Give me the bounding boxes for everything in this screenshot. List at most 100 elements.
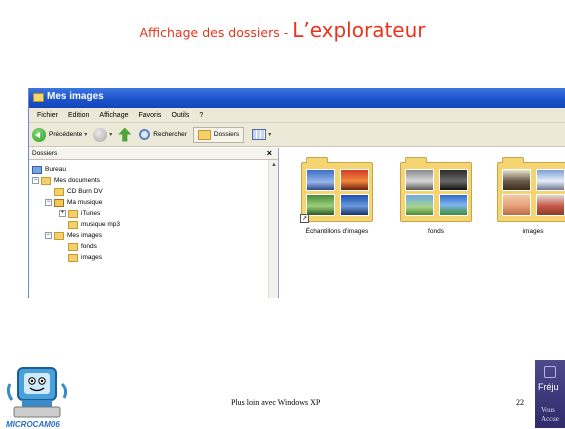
search-label: Rechercher bbox=[153, 131, 187, 138]
forward-arrow-icon bbox=[93, 127, 108, 142]
chevron-down-icon: ▾ bbox=[109, 132, 113, 138]
image-thumbnail bbox=[306, 169, 335, 191]
back-button[interactable]: Précédente ▾ bbox=[32, 127, 88, 142]
file-list-pane: ↗ Échantillons d'images fonds images bbox=[279, 148, 565, 298]
folder-icon bbox=[68, 253, 78, 262]
slide-title: Affichage des dossiers - L’explorateur bbox=[0, 18, 565, 42]
badge-subtext-line: Accue bbox=[541, 415, 559, 423]
back-arrow-icon bbox=[32, 127, 46, 142]
folder-label: fonds bbox=[428, 228, 444, 235]
menu-affichage[interactable]: Affichage bbox=[94, 112, 133, 119]
tree-item-label: Ma musique bbox=[67, 199, 103, 206]
folder-item-echantillons[interactable]: ↗ Échantillons d'images bbox=[295, 157, 379, 235]
shortcut-arrow-icon: ↗ bbox=[300, 214, 309, 223]
menu-outils[interactable]: Outils bbox=[166, 112, 194, 119]
image-thumbnail bbox=[439, 194, 468, 216]
folder-tab bbox=[306, 157, 328, 163]
up-folder-icon[interactable] bbox=[118, 127, 132, 142]
desktop-icon bbox=[32, 165, 42, 174]
badge-subtext-line: Vous bbox=[541, 406, 555, 414]
tree-item-bureau[interactable]: Bureau bbox=[32, 164, 66, 175]
music-folder-icon bbox=[54, 198, 64, 207]
folder-icon bbox=[68, 242, 78, 251]
tree-item-musique-mp3[interactable]: musique mp3 bbox=[68, 219, 120, 230]
menu-edition[interactable]: Edition bbox=[63, 112, 94, 119]
tree-item-label: musique mp3 bbox=[81, 221, 121, 228]
chevron-up-icon[interactable]: ▲ bbox=[271, 162, 277, 168]
tree-item-label: fonds bbox=[81, 243, 97, 250]
tree-item-cd-burn[interactable]: CD Burn DV bbox=[54, 186, 103, 197]
tree-item-mes-images[interactable]: − Mes images bbox=[45, 230, 102, 241]
folder-icon bbox=[54, 187, 64, 196]
collapse-icon[interactable]: − bbox=[32, 177, 39, 184]
explorer-window: Mes images Fichier Edition Affichage Fav… bbox=[28, 88, 565, 298]
menu-favoris[interactable]: Favoris bbox=[133, 112, 166, 119]
folder-tree-pane: Dossiers × ▲ Bureau − Mes documents CD B… bbox=[29, 148, 279, 298]
tree-item-label: images bbox=[81, 254, 102, 261]
tree-item-itunes[interactable]: + iTunes bbox=[59, 208, 100, 219]
tree-item-fonds[interactable]: fonds bbox=[68, 241, 97, 252]
tree-item-label: Mes images bbox=[67, 232, 103, 239]
menu-bar: Fichier Edition Affichage Favoris Outils… bbox=[29, 108, 565, 123]
folder-thumbnail bbox=[400, 157, 472, 222]
folder-icon bbox=[33, 93, 44, 102]
footer-text: Plus loin avec Windows XP bbox=[231, 398, 321, 407]
folder-label: Échantillons d'images bbox=[305, 228, 369, 235]
pane-header: Dossiers × bbox=[29, 148, 278, 160]
folder-label: images bbox=[522, 228, 544, 235]
pane-title: Dossiers bbox=[32, 150, 58, 157]
menu-help[interactable]: ? bbox=[194, 112, 208, 119]
image-thumbnail bbox=[340, 169, 369, 191]
badge-main-text: Fréju bbox=[538, 382, 559, 392]
folder-icon bbox=[41, 176, 51, 185]
toolbar: Précédente ▾ ▾ Rechercher Dossiers ▾ bbox=[29, 123, 565, 147]
image-thumbnail bbox=[536, 169, 565, 191]
tree-item-images[interactable]: images bbox=[68, 252, 102, 263]
tree-item-ma-musique[interactable]: − Ma musique bbox=[45, 197, 102, 208]
folder-icon bbox=[197, 129, 211, 140]
search-icon bbox=[139, 129, 151, 140]
chevron-down-icon: ▾ bbox=[84, 132, 88, 138]
image-thumbnail bbox=[340, 194, 369, 216]
slide-title-prefix: Affichage des dossiers - bbox=[139, 25, 293, 40]
image-thumbnail bbox=[536, 194, 565, 216]
frejus-badge: Fréju Vous Accue bbox=[535, 360, 565, 428]
image-thumbnail bbox=[439, 169, 468, 191]
forward-button[interactable]: ▾ bbox=[93, 127, 113, 142]
menu-fichier[interactable]: Fichier bbox=[32, 112, 63, 119]
chevron-down-icon: ▾ bbox=[268, 132, 272, 138]
expand-icon[interactable]: + bbox=[59, 210, 66, 217]
folder-tab bbox=[502, 157, 524, 163]
folder-tab bbox=[405, 157, 427, 163]
folder-thumbnail bbox=[497, 157, 565, 222]
image-thumbnail bbox=[502, 169, 531, 191]
image-thumbnail bbox=[306, 194, 335, 216]
collapse-icon[interactable]: − bbox=[45, 199, 52, 206]
image-thumbnail bbox=[405, 169, 434, 191]
microcam-mascot-logo bbox=[6, 367, 68, 418]
folder-icon bbox=[54, 231, 64, 240]
folder-icon bbox=[68, 220, 78, 229]
tree-item-label: iTunes bbox=[81, 210, 101, 217]
tree-item-label: Mes documents bbox=[54, 177, 100, 184]
views-button[interactable]: ▾ bbox=[252, 129, 271, 140]
page-number: 22 bbox=[516, 398, 524, 407]
folder-icon bbox=[68, 209, 78, 218]
back-label: Précédente bbox=[49, 131, 83, 138]
image-thumbnail bbox=[405, 194, 434, 216]
window-content: Dossiers × ▲ Bureau − Mes documents CD B… bbox=[29, 148, 565, 298]
scrollbar[interactable] bbox=[268, 160, 278, 298]
folder-thumbnail: ↗ bbox=[300, 157, 373, 223]
tree-item-label: CD Burn DV bbox=[67, 188, 103, 195]
tree-item-mes-documents[interactable]: − Mes documents bbox=[32, 175, 100, 186]
collapse-icon[interactable]: − bbox=[45, 232, 52, 239]
folders-label: Dossiers bbox=[213, 131, 240, 138]
folder-item-images[interactable]: images bbox=[491, 157, 565, 235]
window-titlebar[interactable]: Mes images bbox=[29, 88, 565, 108]
folder-item-fonds[interactable]: fonds bbox=[394, 157, 478, 235]
close-icon[interactable]: × bbox=[267, 148, 272, 158]
tree-item-label: Bureau bbox=[45, 166, 66, 173]
search-button[interactable]: Rechercher bbox=[139, 129, 187, 140]
folders-button[interactable]: Dossiers bbox=[192, 126, 245, 143]
badge-subtext: Vous Accue bbox=[541, 406, 559, 424]
